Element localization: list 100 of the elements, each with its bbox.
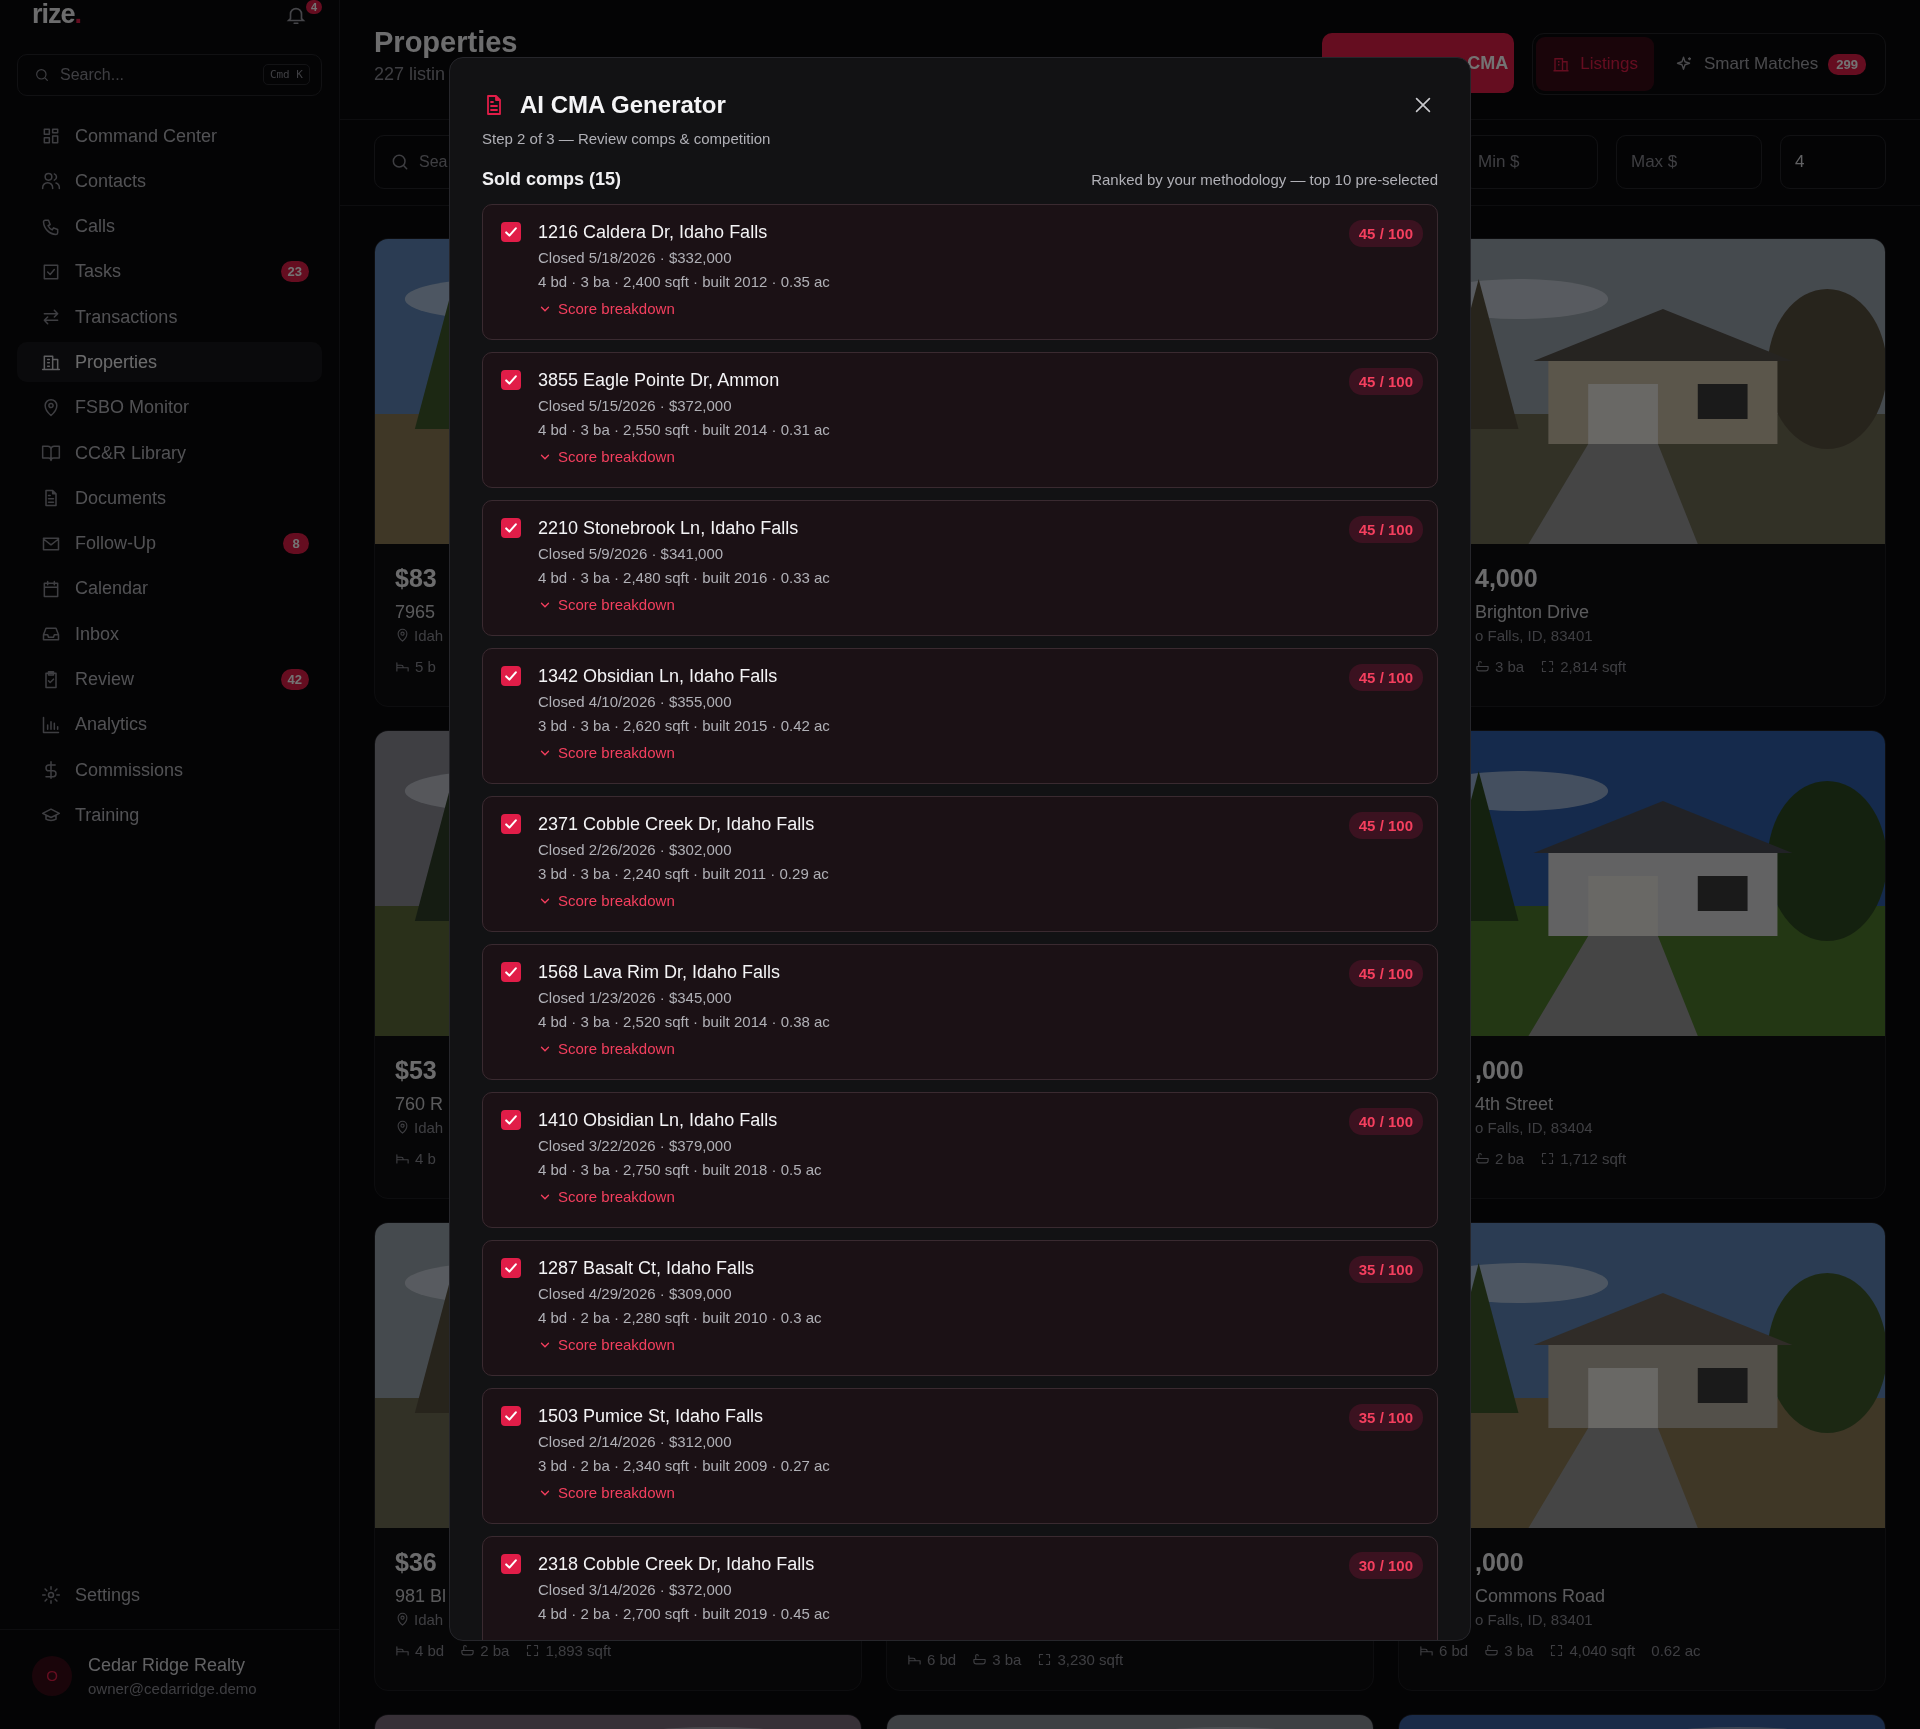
nav-item[interactable]: Tasks 23 <box>17 251 322 292</box>
listing-price: $53 <box>395 1055 437 1086</box>
checkbox[interactable] <box>501 222 521 242</box>
checkmark-icon <box>503 1112 519 1128</box>
score-breakdown-toggle[interactable]: Score breakdown <box>538 1484 675 1501</box>
bathtub-icon <box>972 1652 988 1667</box>
listing-count: 227 listin <box>374 64 446 85</box>
checkmark-icon <box>503 372 519 388</box>
people-icon <box>41 171 61 192</box>
comp-details: 4 bd · 3 ba · 2,550 sqft · built 2014 · 0.31 ac <box>538 420 830 440</box>
checkmark-icon <box>503 816 519 832</box>
comp-address: 3855 Eagle Pointe Dr, Ammon <box>538 369 780 392</box>
nav-item[interactable]: Command Center <box>17 116 322 156</box>
bathtub-icon <box>1475 1151 1490 1166</box>
checkmark-icon <box>503 1260 519 1276</box>
score-breakdown-toggle[interactable]: Score breakdown <box>538 744 675 761</box>
view-tab[interactable]: Smart Matches 299 <box>1660 37 1882 91</box>
area-icon <box>1540 1151 1556 1166</box>
search-icon <box>34 67 50 83</box>
max-price-field[interactable]: Max $ <box>1616 135 1762 189</box>
nav-item[interactable]: Calls <box>17 206 322 247</box>
nav-item[interactable]: Properties <box>17 342 322 383</box>
score-badge: 45 / 100 <box>1348 812 1423 839</box>
score-breakdown-toggle[interactable]: Score breakdown <box>538 1336 675 1353</box>
listing-price: ,000 <box>1475 1547 1524 1578</box>
nav-item[interactable]: Analytics <box>17 704 322 745</box>
bed-icon <box>1419 1643 1434 1658</box>
comp-sale: Closed 5/15/2026 · $372,000 <box>538 396 732 416</box>
listing-address: 760 R <box>395 1094 444 1115</box>
comp-sale: Closed 3/22/2026 · $379,000 <box>538 1136 732 1156</box>
comp-address: 2210 Stonebrook Ln, Idaho Falls <box>538 517 799 540</box>
account-email: owner@cedarridge.demo <box>88 1679 257 1697</box>
search-icon <box>390 152 410 172</box>
checkbox[interactable] <box>501 666 521 686</box>
listing-address: 981 Bl <box>395 1586 447 1607</box>
checkmark-icon <box>503 224 519 240</box>
avatar: O <box>32 1655 72 1696</box>
view-tab[interactable]: Listings <box>1536 37 1654 91</box>
pin-icon <box>395 1612 410 1627</box>
listing-spec: 3 ba <box>992 1651 1022 1668</box>
score-badge: 45 / 100 <box>1348 960 1423 987</box>
checkbox[interactable] <box>501 962 521 982</box>
comp-sale: Closed 4/29/2026 · $309,000 <box>538 1284 732 1304</box>
score-breakdown-toggle[interactable]: Score breakdown <box>538 596 675 613</box>
listing-spec: 3,230 sqft <box>1057 1651 1124 1668</box>
area-icon <box>1549 1643 1565 1658</box>
score-breakdown-toggle[interactable]: Score breakdown <box>538 892 675 909</box>
nav-item[interactable]: Follow-Up 8 <box>17 523 322 564</box>
sparkle-icon <box>1676 55 1694 73</box>
comp-details: 4 bd · 2 ba · 2,280 sqft · built 2010 · 0.3 ac <box>538 1308 822 1328</box>
checkbox[interactable] <box>501 1406 521 1426</box>
comp-address: 1287 Basalt Ct, Idaho Falls <box>538 1257 755 1280</box>
nav-item[interactable]: Documents <box>17 478 322 519</box>
comp-sale: Closed 2/14/2026 · $312,000 <box>538 1432 732 1452</box>
score-breakdown-toggle[interactable]: Score breakdown <box>538 300 675 317</box>
pin-icon <box>395 1120 410 1135</box>
count-badge: 42 <box>280 669 309 691</box>
area-icon <box>525 1643 541 1658</box>
listing-spec: 3 ba <box>1495 658 1525 675</box>
checkbox[interactable] <box>501 370 521 390</box>
nav-item[interactable]: Transactions <box>17 297 322 338</box>
count-badge: 8 <box>283 533 309 555</box>
listing-city: o Falls, ID, 83401 <box>1475 1611 1593 1628</box>
listing-spec: 4 b <box>415 1150 436 1167</box>
nav-item[interactable]: Training <box>17 795 322 836</box>
score-breakdown-toggle[interactable]: Score breakdown <box>538 448 675 465</box>
nav-item[interactable]: FSBO Monitor <box>17 387 322 428</box>
listing-spec: 4 bd <box>415 1642 445 1659</box>
comp-address: 1568 Lava Rim Dr, Idaho Falls <box>538 961 781 984</box>
grid-icon <box>41 126 61 146</box>
score-badge: 45 / 100 <box>1348 368 1423 395</box>
settings-link[interactable]: Settings <box>17 1575 322 1615</box>
nav-item[interactable]: Calendar <box>17 568 322 609</box>
nav-item[interactable]: Commissions <box>17 750 322 791</box>
checkbox[interactable] <box>501 1110 521 1130</box>
nav-item[interactable]: Contacts <box>17 161 322 202</box>
bed-icon <box>395 1643 410 1658</box>
checkbox[interactable] <box>501 518 521 538</box>
checkbox[interactable] <box>501 1554 521 1574</box>
bathtub-icon <box>1475 659 1490 674</box>
comp-address: 1410 Obsidian Ln, Idaho Falls <box>538 1109 778 1132</box>
comp-sale: Closed 5/9/2026 · $341,000 <box>538 544 724 564</box>
checkbox[interactable] <box>501 1258 521 1278</box>
bathtub-icon <box>460 1643 476 1658</box>
listing-address: Commons Road <box>1475 1586 1606 1607</box>
bed-icon <box>395 659 410 674</box>
checkbox[interactable] <box>501 814 521 834</box>
comp-details: 3 bd · 3 ba · 2,240 sqft · built 2011 · 0.29 ac <box>538 864 829 884</box>
comp-address: 1503 Pumice St, Idaho Falls <box>538 1405 764 1428</box>
beds-field[interactable]: 4 <box>1780 135 1886 189</box>
nav-item[interactable]: Inbox <box>17 614 322 655</box>
score-breakdown-toggle[interactable]: Score breakdown <box>538 1188 675 1205</box>
logo: rize. <box>32 0 82 28</box>
checkmark-icon <box>503 1408 519 1424</box>
listing-price: $36 <box>395 1547 437 1578</box>
nav-item[interactable]: CC&R Library <box>17 433 322 474</box>
nav-item[interactable]: Review 42 <box>17 659 322 700</box>
comp-sale: Closed 5/18/2026 · $332,000 <box>538 248 732 268</box>
listing-spec: 2,814 sqft <box>1560 658 1627 675</box>
score-breakdown-toggle[interactable]: Score breakdown <box>538 1040 675 1057</box>
